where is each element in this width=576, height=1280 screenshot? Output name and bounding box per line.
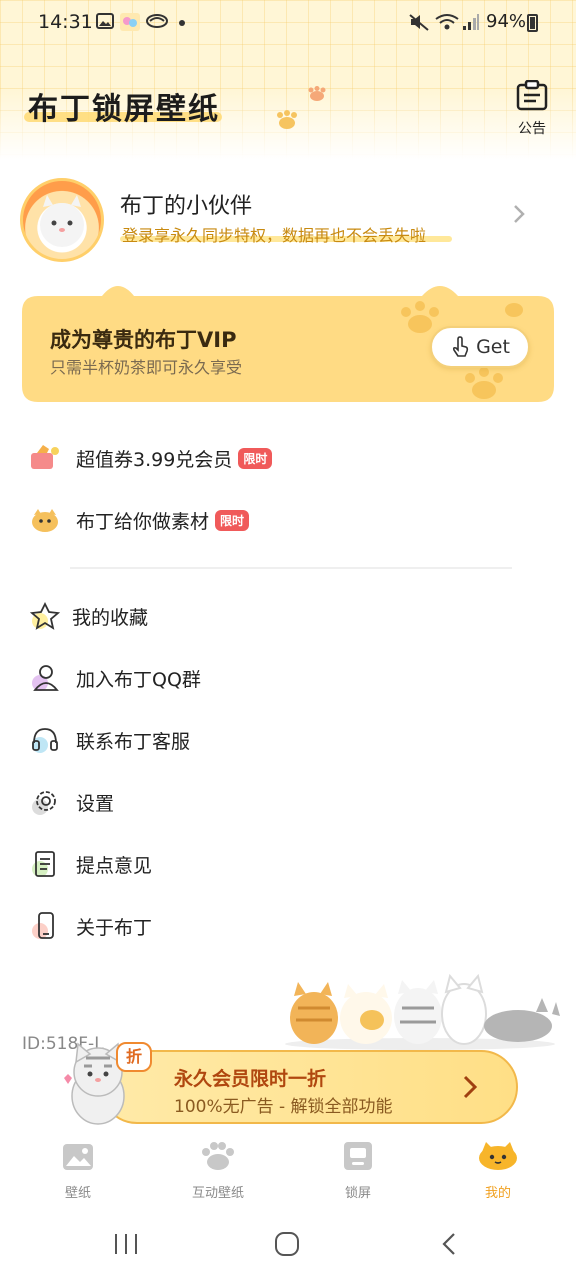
pudding-face-icon <box>28 503 62 537</box>
menu-item-qq-group[interactable]: 加入布丁QQ群 <box>28 658 201 698</box>
profile-name[interactable]: 布丁的小伙伴 <box>120 188 252 220</box>
discount-tag: 折 <box>116 1042 152 1072</box>
menu-label: 提点意见 <box>76 854 153 877</box>
menu-label: 超值券3.99兑会员 <box>76 448 233 471</box>
app-notification-icon <box>120 13 140 31</box>
menu-label: 联系布丁客服 <box>76 730 191 753</box>
home-icon[interactable] <box>274 1231 300 1257</box>
group-user-icon <box>28 661 62 695</box>
paw-icon <box>202 1142 234 1170</box>
menu-label: 我的收藏 <box>72 606 149 629</box>
page-title: 布丁锁屏壁纸 <box>28 92 220 127</box>
paw-decoration-icon <box>277 110 297 129</box>
menu-label: 加入布丁QQ群 <box>76 668 201 691</box>
chat-notification-icon <box>146 14 168 28</box>
promo-subtitle: 100%无广告 - 解锁全部功能 <box>174 1097 393 1117</box>
pudding-cat-icon <box>479 1142 517 1170</box>
gallery-notification-icon <box>96 13 114 29</box>
vip-get-button[interactable]: Get <box>430 326 530 368</box>
tab-interactive-wallpaper[interactable]: 互动壁纸 <box>158 1140 278 1201</box>
divider <box>70 567 512 569</box>
avatar[interactable] <box>20 178 104 262</box>
vip-subtitle: 只需半杯奶茶即可永久享受 <box>50 358 243 377</box>
notice-label: 公告 <box>518 121 546 137</box>
feedback-doc-icon <box>28 847 62 881</box>
wifi-icon <box>435 14 459 30</box>
tab-label: 壁纸 <box>64 1186 91 1201</box>
menu-item-feedback[interactable]: 提点意见 <box>28 844 152 884</box>
vip-get-label: Get <box>476 336 510 358</box>
cat-avatar-icon <box>40 195 84 247</box>
chevron-right-icon[interactable] <box>512 204 526 224</box>
mute-icon <box>409 14 429 31</box>
tab-lockscreen[interactable]: 锁屏 <box>298 1140 418 1201</box>
back-icon[interactable] <box>440 1232 458 1256</box>
menu-label: 布丁给你做素材 <box>76 510 210 533</box>
recent-apps-icon[interactable] <box>112 1232 140 1256</box>
hand-pointer-icon <box>453 336 469 357</box>
menu-item-customer-service[interactable]: 联系布丁客服 <box>28 720 190 760</box>
image-icon <box>63 1144 93 1170</box>
menu-label: 关于布丁 <box>76 916 153 939</box>
menu-item-coupon[interactable]: 超值券3.99兑会员 限时 <box>28 438 273 478</box>
battery-percent: 94% <box>486 11 527 32</box>
battery-icon <box>527 14 538 32</box>
signal-icon <box>463 14 479 30</box>
menu-item-settings[interactable]: 设置 <box>28 782 114 822</box>
tab-label: 我的 <box>484 1186 511 1201</box>
menu-item-about[interactable]: 关于布丁 <box>28 906 152 946</box>
notice-board-icon <box>516 79 548 111</box>
chevron-right-icon[interactable] <box>460 1074 480 1100</box>
limited-badge: 限时 <box>215 509 250 531</box>
headset-icon <box>28 723 62 757</box>
lockscreen-icon <box>344 1142 372 1170</box>
menu-item-materials[interactable]: 布丁给你做素材 限时 <box>28 500 250 540</box>
vip-title: 成为尊贵的布丁VIP <box>50 328 237 352</box>
promo-title: 永久会员限时一折 <box>174 1068 327 1090</box>
limited-badge: 限时 <box>238 447 273 469</box>
star-icon <box>28 599 62 633</box>
paw-decoration-icon <box>308 86 326 101</box>
gear-icon <box>28 785 62 819</box>
status-time: 14:31 <box>38 11 93 33</box>
tab-wallpaper[interactable]: 壁纸 <box>18 1140 138 1201</box>
coupon-icon <box>28 441 62 475</box>
menu-item-favorites[interactable]: 我的收藏 <box>28 596 148 636</box>
menu-label: 设置 <box>76 792 115 815</box>
tab-label: 互动壁纸 <box>191 1186 244 1201</box>
more-notifications-dot-icon <box>179 20 185 26</box>
tab-label: 锁屏 <box>344 1186 371 1201</box>
status-bar: 14:31 94% <box>0 0 576 46</box>
profile-subtitle[interactable]: 登录享永久同步特权，数据再也不会丢失啦 <box>122 222 426 246</box>
cats-illustration <box>285 973 560 1050</box>
tab-mine[interactable]: 我的 <box>438 1140 558 1201</box>
phone-info-icon <box>28 909 62 943</box>
notice-button[interactable]: 公告 <box>510 79 554 138</box>
